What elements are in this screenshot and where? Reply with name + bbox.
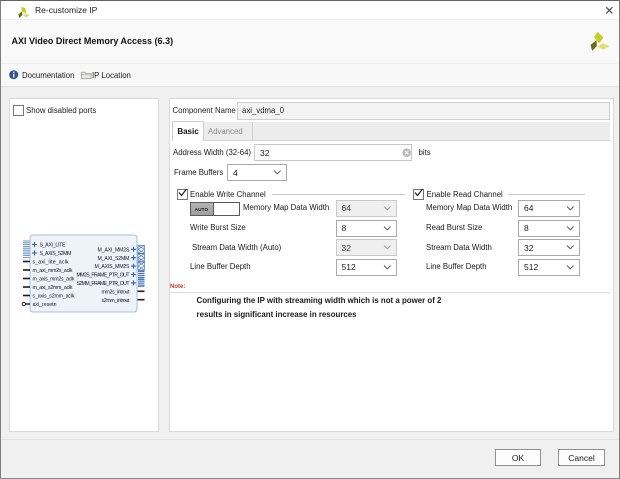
svg-text:M_AXIS_MM2S: M_AXIS_MM2S [95,264,131,270]
svg-text:MM2S_FRAME_PTR_OUT: MM2S_FRAME_PTR_OUT [77,273,131,279]
svg-text:s_axis_s2mm_aclk: s_axis_s2mm_aclk [33,294,75,300]
svg-text:s_axi_lite_aclk: s_axi_lite_aclk [33,260,69,266]
svg-text:m_axi_mm2s_aclk: m_axi_mm2s_aclk [33,268,73,274]
svg-text:s2mm_introut: s2mm_introut [102,298,131,304]
svg-text:m_axi_s2mm_aclk: m_axi_s2mm_aclk [33,285,73,291]
svg-text:m_axis_mm2s_aclk: m_axis_mm2s_aclk [33,277,75,283]
svg-text:M_AXI_S2MM: M_AXI_S2MM [98,256,130,262]
svg-text:mm2s_introut: mm2s_introut [102,289,131,295]
svg-text:axi_resetn: axi_resetn [33,302,57,308]
svg-text:S_AXIS_S2MM: S_AXIS_S2MM [40,251,72,257]
svg-text:M_AXI_MM2S: M_AXI_MM2S [98,247,131,253]
svg-text:S_AXI_LITE: S_AXI_LITE [40,243,67,249]
svg-text:S2MM_FRAME_PTR_OUT: S2MM_FRAME_PTR_OUT [77,281,131,287]
